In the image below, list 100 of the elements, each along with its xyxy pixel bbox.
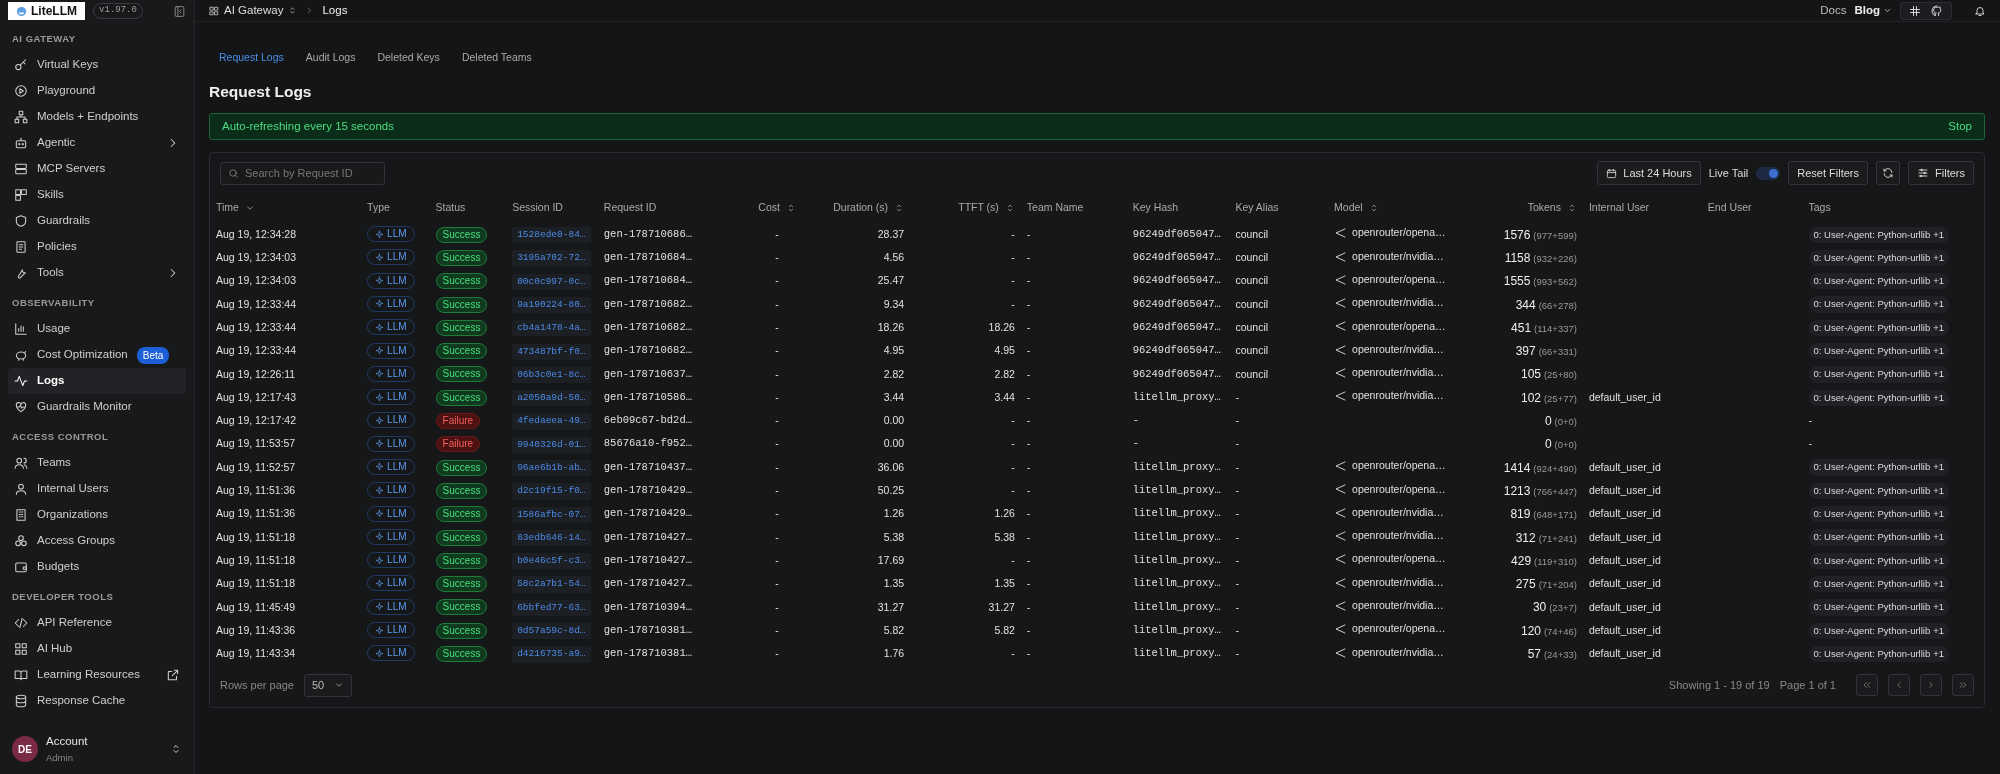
tag-text: 0: User-Agent: Python-urllib xyxy=(1813,600,1931,615)
table-cell-text: - xyxy=(1010,552,1016,568)
chevron-left-icon xyxy=(1894,680,1904,691)
table-cell-text: litellm_proxy… xyxy=(1131,622,1222,638)
bell-icon[interactable] xyxy=(1974,4,1986,17)
session-id-link[interactable]: a2050a9d-50… xyxy=(512,390,591,407)
cat-head-icon[interactable] xyxy=(1931,4,1943,17)
sidebar-item[interactable]: Policies xyxy=(8,234,186,260)
tab[interactable]: Audit Logs xyxy=(305,50,356,66)
session-id-link[interactable]: 06b3c0e1-8c… xyxy=(512,366,591,384)
refresh-button[interactable] xyxy=(1876,161,1901,185)
sidebar-item[interactable]: Access Groups xyxy=(8,528,186,554)
session-id-link[interactable]: 1528ede0-84… xyxy=(512,227,591,244)
page-indicator: Page 1 of 1 xyxy=(1779,677,1836,693)
sidebar-item[interactable]: Organizations xyxy=(8,502,186,528)
tag-text: 0: User-Agent: Python-urllib xyxy=(1813,297,1931,312)
session-id-link[interactable]: 58c2a7b1-54… xyxy=(512,576,591,593)
sidebar-item[interactable]: Budgets xyxy=(8,554,186,580)
column-header: Type xyxy=(366,200,391,216)
sidebar-collapse-icon[interactable] xyxy=(173,4,186,18)
filters-button[interactable]: Filters xyxy=(1908,161,1974,185)
sidebar-item[interactable]: Agentic xyxy=(8,130,186,156)
tab[interactable]: Request Logs xyxy=(219,50,284,66)
sidebar-item[interactable]: Playground xyxy=(8,78,186,104)
session-id-link[interactable]: 0d57a59c-8d… xyxy=(512,623,591,640)
session-id-link[interactable]: d2c19f15-f0… xyxy=(512,483,591,500)
tab[interactable]: Deleted Teams xyxy=(461,50,532,66)
sidebar-item[interactable]: Internal Users xyxy=(8,476,186,502)
sidebar-item[interactable]: Logs xyxy=(8,368,186,394)
piggy-bank-icon xyxy=(14,348,28,362)
boxes-icon xyxy=(14,534,28,548)
session-id-link[interactable]: 4fedaeea-49… xyxy=(512,413,591,430)
sidebar-item[interactable]: Usage xyxy=(8,316,186,342)
rows-per-page-select[interactable]: 50 xyxy=(304,673,353,697)
column-header[interactable]: TTFT (s) xyxy=(910,193,1021,223)
session-id-link[interactable]: 9a190224-80… xyxy=(512,296,591,314)
session-id-link[interactable]: b0e46c5f-c3… xyxy=(512,553,591,570)
sidebar-item[interactable]: MCP Servers xyxy=(8,156,186,182)
sidebar-item[interactable]: Guardrails Monitor xyxy=(8,394,186,420)
column-header[interactable]: Model xyxy=(1328,193,1469,223)
table-cell-text: 96249df065047… xyxy=(1131,343,1222,359)
status-badge: Success xyxy=(435,646,488,662)
table-cell-text: 36.06 xyxy=(876,459,906,475)
session-id-link[interactable]: cb4a1478-4a… xyxy=(512,320,591,337)
session-id-link[interactable]: 96ae6b1b-ab… xyxy=(512,460,591,477)
tab[interactable]: Deleted Keys xyxy=(377,50,440,66)
sidebar-item[interactable]: API Reference xyxy=(8,610,186,636)
sparkle-icon xyxy=(375,299,385,309)
session-id-link[interactable]: 473487bf-f0… xyxy=(512,343,591,360)
table-cell-text: - xyxy=(1010,436,1016,452)
column-header[interactable]: Duration (s) xyxy=(809,193,911,223)
hash-icon[interactable] xyxy=(1909,4,1921,17)
table-cell-text: - xyxy=(1234,599,1240,615)
model-name: openrouter/nvidia… xyxy=(1352,504,1444,520)
search-icon xyxy=(228,167,239,179)
chevron-up-down-icon[interactable] xyxy=(170,743,182,755)
tag-more-count: +1 xyxy=(1933,623,1945,638)
token-breakdown: (766+447) xyxy=(1533,485,1577,497)
table-cell-text: - xyxy=(1025,366,1032,382)
sidebar-item[interactable]: Guardrails xyxy=(8,208,186,234)
sparkle-icon xyxy=(375,578,385,588)
nav-link[interactable]: Blog xyxy=(1854,1,1892,20)
sidebar-item[interactable]: Virtual Keys xyxy=(8,52,186,78)
reset-filters-button[interactable]: Reset Filters xyxy=(1788,161,1869,185)
column-header[interactable]: Time xyxy=(210,193,362,223)
sidebar-item[interactable]: Cost Optimization Beta xyxy=(8,342,186,368)
session-id-link[interactable]: 3195a702-72… xyxy=(512,250,591,267)
table-cell-text: 1.76 xyxy=(882,646,906,662)
column-header[interactable]: Tokens xyxy=(1468,193,1583,223)
token-total: 312 xyxy=(1515,530,1536,545)
model-logo-icon xyxy=(1334,227,1347,240)
session-id-link[interactable]: 83edb646-14… xyxy=(512,529,591,547)
session-id-link[interactable]: 9940326d-01… xyxy=(512,436,591,453)
sidebar-item[interactable]: Skills xyxy=(8,182,186,208)
table-cell-text: 5.82 xyxy=(993,622,1016,638)
sidebar-item[interactable]: AI Hub xyxy=(8,636,186,662)
model-name: openrouter/opena… xyxy=(1352,458,1446,474)
sparkle-icon xyxy=(375,648,385,658)
token-breakdown: (25+77) xyxy=(1543,392,1577,404)
stop-button[interactable]: Stop xyxy=(1948,117,1972,136)
breadcrumb-link[interactable]: AI Gateway xyxy=(209,1,298,20)
session-id-link[interactable]: 1586afbc-07… xyxy=(512,506,591,523)
session-id-link[interactable]: 00c0c997-0c… xyxy=(512,273,591,290)
session-id-link[interactable]: d4216735-a9… xyxy=(512,646,591,663)
sidebar-item[interactable]: Teams xyxy=(8,450,186,476)
column-header: Status xyxy=(434,200,467,216)
sidebar-item[interactable]: Tools xyxy=(8,260,186,286)
sidebar-item[interactable]: Models + Endpoints xyxy=(8,104,186,130)
search-field[interactable]: Search by Request ID xyxy=(220,161,385,185)
column-header[interactable]: Cost xyxy=(744,193,810,223)
sidebar-item[interactable]: Learning Resources xyxy=(8,662,186,688)
tag-more-count: +1 xyxy=(1933,367,1945,382)
live-tail-toggle[interactable] xyxy=(1756,166,1781,180)
sidebar-item[interactable]: Response Cache xyxy=(8,688,186,714)
session-id-link[interactable]: 6bbfed77-63… xyxy=(512,599,591,616)
table-cell-text: 96249df065047… xyxy=(1131,319,1222,335)
status-badge: Success xyxy=(435,273,488,290)
nav-link[interactable]: Docs xyxy=(1820,1,1847,20)
time-range-button[interactable]: Last 24 Hours xyxy=(1597,161,1701,185)
table-cell-text: gen-178710586… xyxy=(602,389,693,405)
